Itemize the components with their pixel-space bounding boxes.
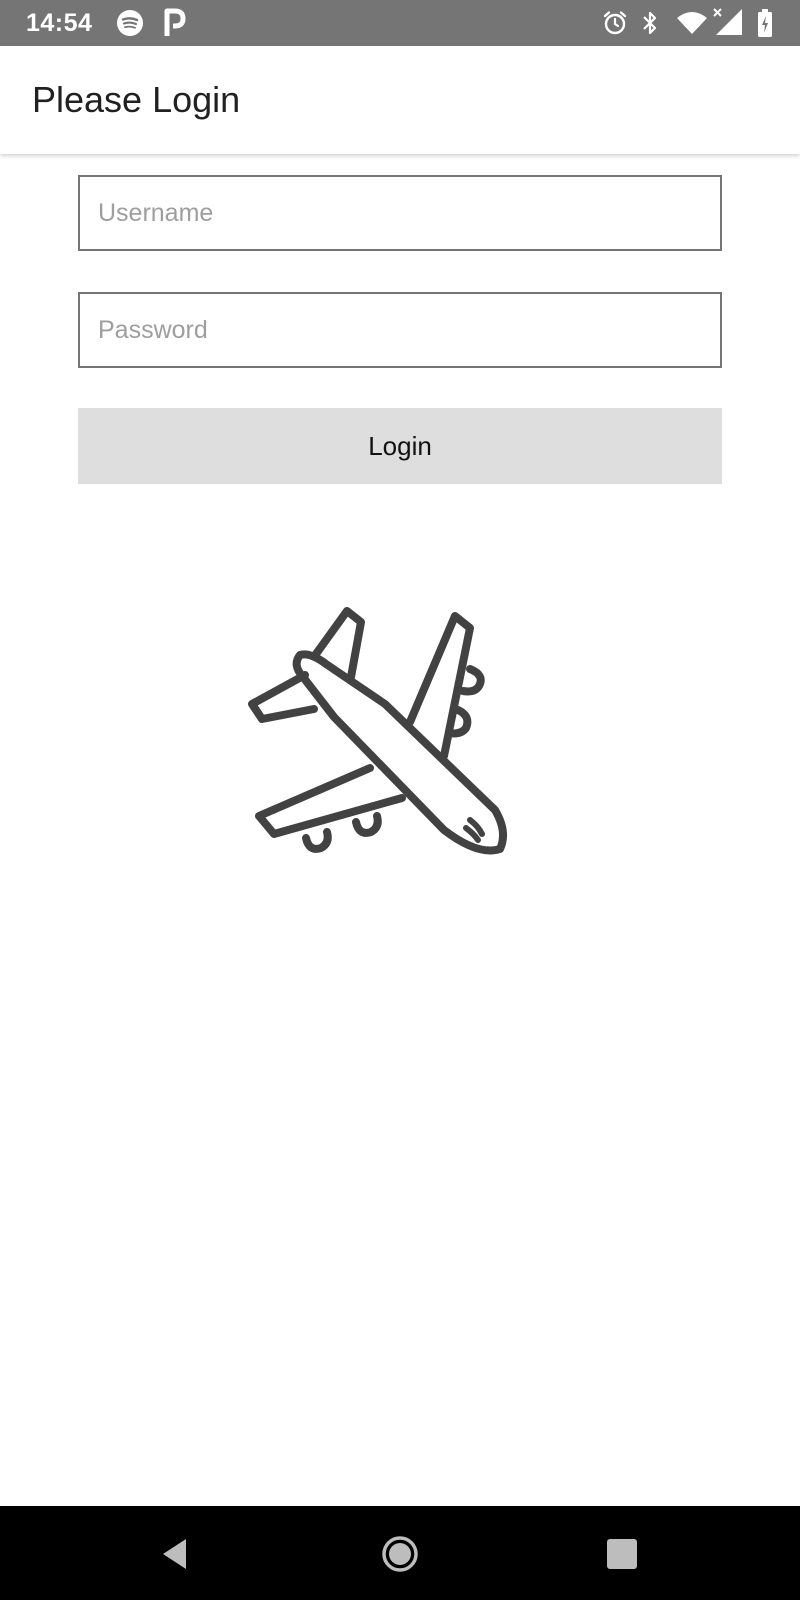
app-bar: Please Login: [0, 46, 800, 154]
wifi-icon: [676, 10, 708, 41]
login-screen: 14:54 Please Login Username Login: [0, 0, 800, 1600]
alarm-icon: [602, 10, 628, 41]
status-bar: 14:54: [0, 0, 800, 46]
navigation-bar: [0, 1506, 800, 1600]
airplane-illustration: [240, 600, 520, 880]
signal-no-data-icon: [712, 7, 746, 42]
spotify-icon: [116, 9, 144, 42]
bluetooth-icon: [640, 10, 660, 41]
login-button[interactable]: Login: [78, 408, 722, 484]
home-icon: [382, 1536, 418, 1572]
airplane-icon: [248, 607, 508, 855]
recents-icon: [607, 1539, 637, 1569]
username-input[interactable]: [78, 175, 722, 251]
page-title: Please Login: [32, 79, 241, 120]
password-input[interactable]: [78, 292, 722, 368]
parking-p-icon: [164, 8, 186, 43]
recents-button[interactable]: [594, 1526, 650, 1582]
status-time: 14:54: [26, 9, 93, 37]
battery-charging-icon: [756, 8, 774, 43]
back-icon: [163, 1539, 186, 1569]
back-button[interactable]: [148, 1526, 204, 1582]
home-button[interactable]: [372, 1526, 428, 1582]
